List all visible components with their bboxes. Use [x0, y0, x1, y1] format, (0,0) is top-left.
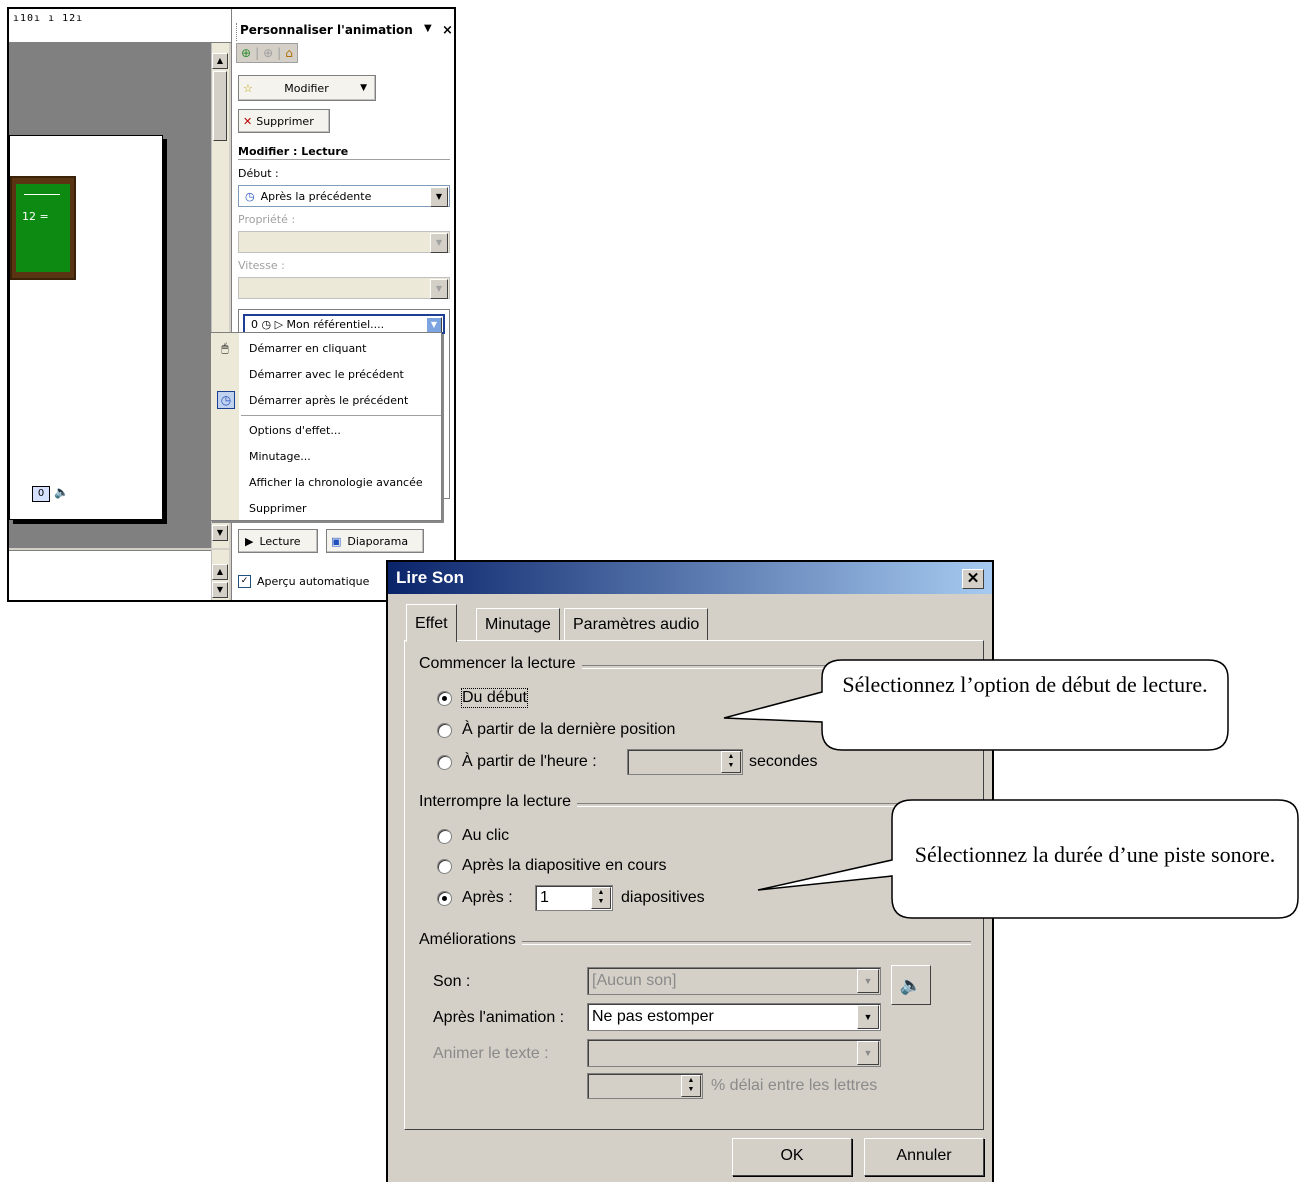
stop-group-title: Interrompre la lecture [419, 793, 578, 811]
enhancements-group-title: Améliorations [419, 931, 522, 949]
callout-text-duration: Sélectionnez la durée d’une piste sonore… [914, 842, 1276, 867]
tab-effect[interactable]: Effet [406, 604, 457, 642]
callout-text-start: Sélectionnez l’option de début de lectur… [842, 672, 1208, 697]
start-group-title: Commencer la lecture [419, 655, 582, 673]
callout-shapes [723, 659, 1299, 919]
